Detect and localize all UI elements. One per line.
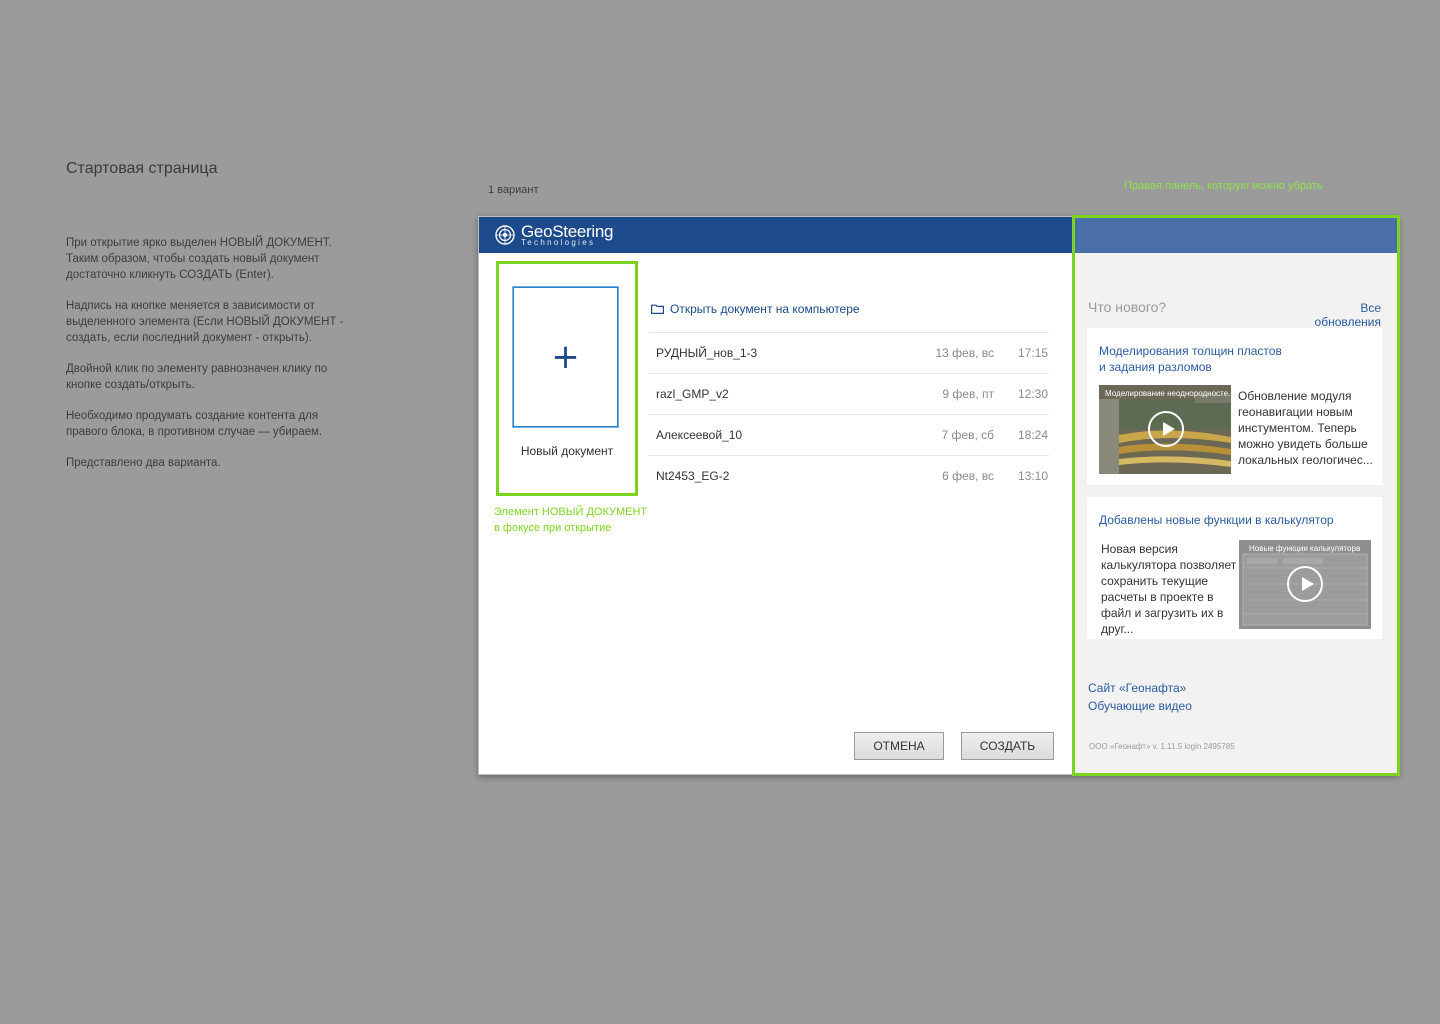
recent-document-name: Nt2453_EG-2 — [656, 469, 730, 483]
annotation-right-panel: Правая панель, которую можно убрать — [1124, 180, 1323, 192]
right-panel-annotation-frame — [1072, 215, 1400, 776]
folder-icon — [651, 304, 664, 314]
app-logo: GeoSteering Technologies — [495, 223, 613, 247]
recent-document-date: 9 фев, пт — [942, 387, 994, 401]
cancel-button[interactable]: ОТМЕНА — [854, 732, 944, 760]
recent-document-time: 18:24 — [1017, 428, 1048, 442]
variant-label: 1 вариант — [488, 184, 539, 196]
recent-document-time: 12:30 — [1017, 387, 1048, 401]
annotation-line: Элемент НОВЫЙ ДОКУМЕНТ — [494, 506, 648, 518]
recent-document-name: Алексеевой_10 — [656, 428, 743, 442]
recent-document-date: 7 фев, сб — [941, 428, 994, 442]
open-document-label: Открыть документ на компьютере — [670, 302, 860, 316]
recent-document-name: razl_GMP_v2 — [656, 387, 729, 401]
note-2: Надпись на кнопке меняется в зависимости… — [66, 300, 344, 344]
notes: При открытие ярко выделен НОВЫЙ ДОКУМЕНТ… — [66, 235, 356, 486]
recent-document-date: 6 фев, вс — [942, 469, 994, 483]
recent-document-date: 13 фев, вс — [935, 346, 994, 360]
new-document-label: Новый документ — [520, 444, 614, 458]
page-title: Стартовая страница — [66, 160, 218, 177]
logo-sub-text: Technologies — [521, 238, 596, 247]
create-button[interactable]: СОЗДАТЬ — [961, 732, 1054, 760]
window-header: GeoSteering Technologies — [479, 217, 1073, 253]
recent-document-row[interactable]: Nt2453_EG-2 6 фев, вс 13:10 — [649, 455, 1049, 496]
note-3: Двойной клик по элементу равнозначен кли… — [66, 363, 328, 391]
globe-logo-icon — [495, 225, 515, 245]
annotation-new-document: Элемент НОВЫЙ ДОКУМЕНТ в фокусе при откр… — [494, 504, 647, 536]
recent-document-row[interactable]: razl_GMP_v2 9 фев, пт 12:30 — [649, 373, 1049, 414]
recent-document-row[interactable]: Алексеевой_10 7 фев, сб 18:24 — [649, 414, 1049, 455]
recent-document-row[interactable]: РУДНЫЙ_нов_1-3 13 фев, вс 17:15 — [649, 332, 1049, 373]
recent-document-time: 13:10 — [1017, 469, 1048, 483]
plus-icon: + — [551, 337, 580, 377]
note-4: Необходимо продумать создание контента д… — [66, 410, 323, 438]
recent-document-name: РУДНЫЙ_нов_1-3 — [656, 346, 758, 360]
note-5: Представлено два варианта. — [66, 457, 221, 469]
note-1: При открытие ярко выделен НОВЫЙ ДОКУМЕНТ… — [66, 237, 332, 281]
recent-documents-list: РУДНЫЙ_нов_1-3 13 фев, вс 17:15 razl_GMP… — [649, 332, 1049, 496]
annotation-line: в фокусе при открытие — [494, 522, 612, 534]
open-document-link[interactable]: Открыть документ на компьютере — [651, 302, 860, 316]
recent-document-time: 17:15 — [1017, 346, 1048, 360]
new-document-tile[interactable]: + — [513, 287, 618, 427]
